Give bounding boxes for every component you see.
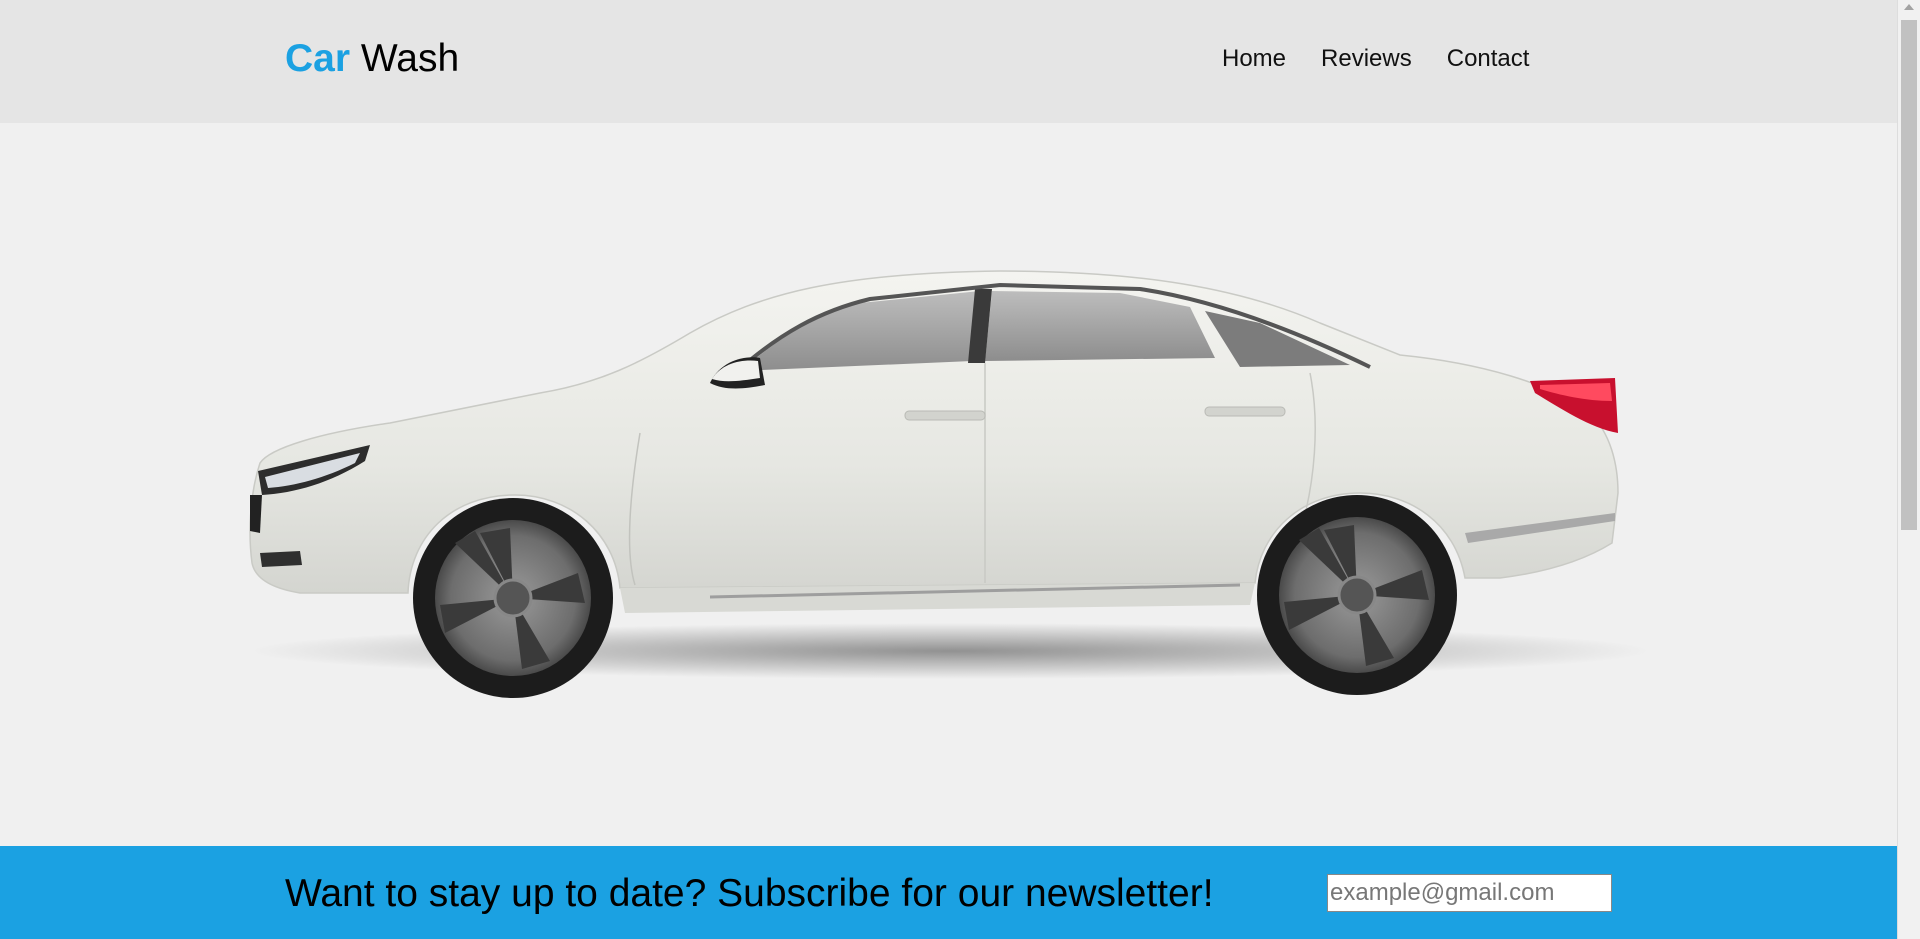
logo-accent: Car	[285, 37, 351, 80]
nav-contact[interactable]: Contact	[1447, 45, 1530, 73]
hero-section	[0, 123, 1898, 846]
scroll-thumb[interactable]	[1901, 20, 1917, 530]
nav-reviews[interactable]: Reviews	[1321, 45, 1412, 73]
logo-rest: Wash	[360, 37, 460, 80]
page: Car Wash Home Reviews Contact Want to st…	[0, 0, 1920, 939]
newsletter-heading: Want to stay up to date? Subscribe for o…	[285, 872, 1214, 915]
site-header: Car Wash Home Reviews Contact	[0, 0, 1898, 123]
hero-car-image	[249, 270, 1650, 698]
rear-wheel	[1257, 495, 1457, 695]
main-nav: Home Reviews Contact	[1222, 45, 1529, 73]
site-logo[interactable]: Car Wash	[285, 37, 459, 81]
scroll-up-arrow-icon[interactable]	[1904, 4, 1914, 10]
front-wheel	[413, 498, 613, 698]
nav-home[interactable]: Home	[1222, 45, 1286, 73]
newsletter-band: Want to stay up to date? Subscribe for o…	[0, 846, 1898, 939]
newsletter-email-input[interactable]	[1327, 874, 1612, 912]
page-scrollbar[interactable]	[1897, 0, 1920, 939]
